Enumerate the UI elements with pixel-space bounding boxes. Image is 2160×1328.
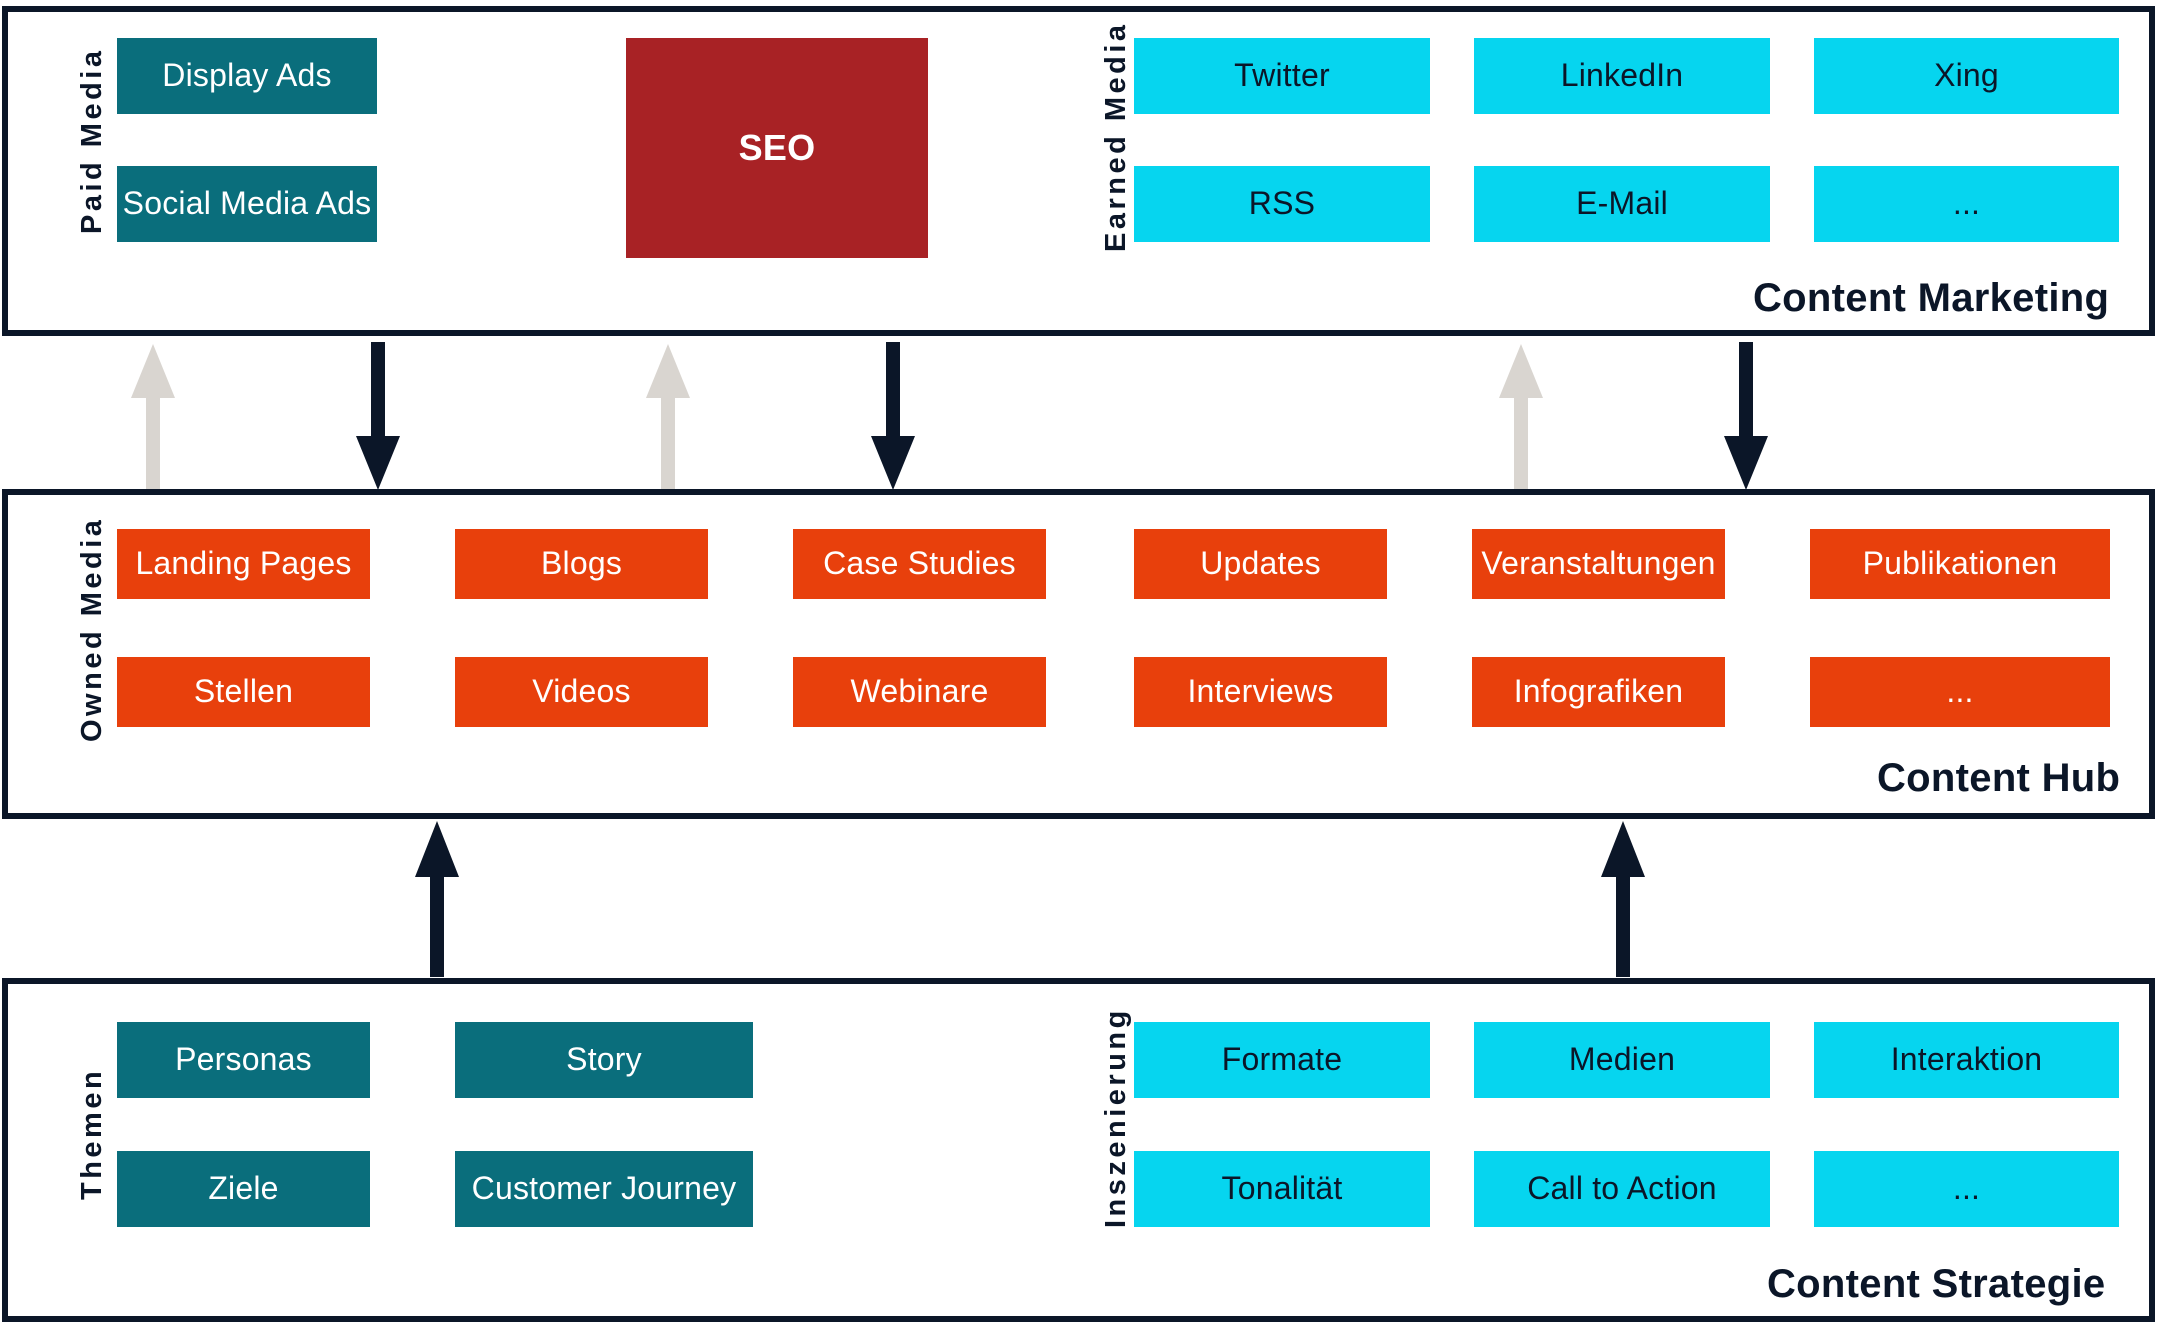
panel-title-content-hub: Content Hub <box>1877 756 2121 800</box>
tile-interviews[interactable]: Interviews <box>1134 657 1387 727</box>
tile-inszenierung-more[interactable]: ... <box>1814 1151 2119 1227</box>
diagram-canvas: Paid Media Display Ads Social Media Ads … <box>0 0 2160 1328</box>
tile-interaktion[interactable]: Interaktion <box>1814 1022 2119 1098</box>
group-label-owned-media: Owned Media <box>76 516 108 742</box>
tile-infografiken[interactable]: Infografiken <box>1472 657 1725 727</box>
tile-medien[interactable]: Medien <box>1474 1022 1770 1098</box>
tile-owned-more[interactable]: ... <box>1810 657 2110 727</box>
tile-twitter[interactable]: Twitter <box>1134 38 1430 114</box>
flow-arrow-up-3 <box>1499 344 1543 490</box>
tile-landing-pages[interactable]: Landing Pages <box>117 529 370 599</box>
flow-arrow-up-1 <box>131 344 175 490</box>
group-label-paid-media: Paid Media <box>76 47 108 235</box>
tile-ziele[interactable]: Ziele <box>117 1151 370 1227</box>
tile-publikationen[interactable]: Publikationen <box>1810 529 2110 599</box>
tile-seo[interactable]: SEO <box>626 38 928 258</box>
tile-earned-more[interactable]: ... <box>1814 166 2119 242</box>
tile-rss[interactable]: RSS <box>1134 166 1430 242</box>
tile-story[interactable]: Story <box>455 1022 753 1098</box>
tile-social-media-ads[interactable]: Social Media Ads <box>117 166 377 242</box>
tile-updates[interactable]: Updates <box>1134 529 1387 599</box>
flow-arrow-up-5 <box>1601 821 1645 977</box>
tile-display-ads[interactable]: Display Ads <box>117 38 377 114</box>
tile-xing[interactable]: Xing <box>1814 38 2119 114</box>
tile-webinare[interactable]: Webinare <box>793 657 1046 727</box>
flow-arrow-down-3 <box>1724 342 1768 490</box>
tile-email[interactable]: E-Mail <box>1474 166 1770 242</box>
tile-case-studies[interactable]: Case Studies <box>793 529 1046 599</box>
tile-tonalitaet[interactable]: Tonalität <box>1134 1151 1430 1227</box>
panel-title-content-marketing: Content Marketing <box>1753 276 2110 320</box>
tile-linkedin[interactable]: LinkedIn <box>1474 38 1770 114</box>
tile-formate[interactable]: Formate <box>1134 1022 1430 1098</box>
tile-stellen[interactable]: Stellen <box>117 657 370 727</box>
group-label-themen: Themen <box>76 1067 108 1200</box>
group-label-earned-media: Earned Media <box>1100 21 1132 252</box>
tile-videos[interactable]: Videos <box>455 657 708 727</box>
flow-arrow-down-2 <box>871 342 915 490</box>
tile-blogs[interactable]: Blogs <box>455 529 708 599</box>
group-label-inszenierung: Inszenierung <box>1100 1007 1132 1228</box>
panel-title-content-strategie: Content Strategie <box>1767 1262 2106 1306</box>
tile-call-to-action[interactable]: Call to Action <box>1474 1151 1770 1227</box>
flow-arrow-up-4 <box>415 821 459 977</box>
flow-arrow-down-1 <box>356 342 400 490</box>
tile-veranstaltungen[interactable]: Veranstaltungen <box>1472 529 1725 599</box>
tile-personas[interactable]: Personas <box>117 1022 370 1098</box>
tile-customer-journey[interactable]: Customer Journey <box>455 1151 753 1227</box>
flow-arrow-up-2 <box>646 344 690 490</box>
